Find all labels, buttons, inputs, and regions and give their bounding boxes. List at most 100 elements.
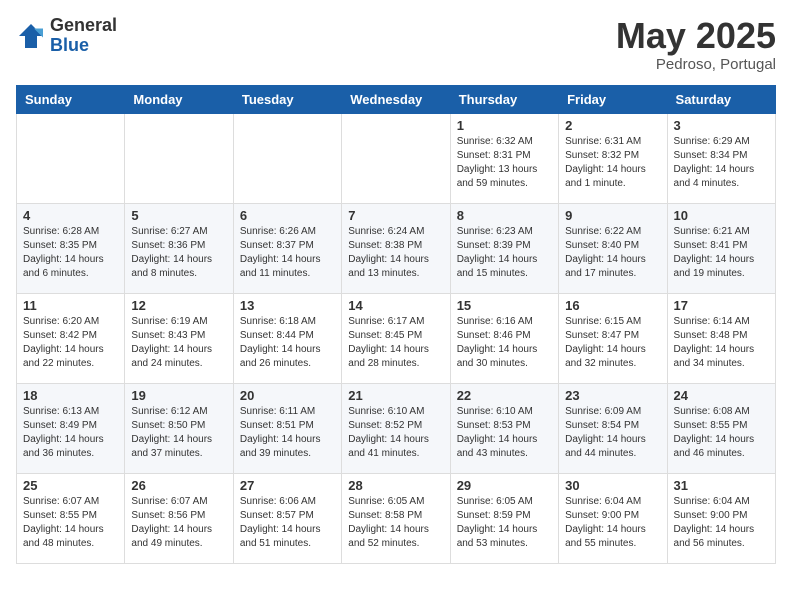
header-monday: Monday [125,85,233,113]
day-number: 13 [240,298,335,313]
day-number: 22 [457,388,552,403]
calendar-week-3: 18Sunrise: 6:13 AM Sunset: 8:49 PM Dayli… [17,383,776,473]
calendar-cell: 3 Sunrise: 6:29 AM Sunset: 8:34 PM Daylig… [667,113,775,203]
day-content: Sunrise: 6:26 AM Sunset: 8:37 PM Dayligh… [240,225,335,281]
calendar-cell: 25Sunrise: 6:07 AM Sunset: 8:55 PM Dayli… [17,473,125,563]
day-number: 15 [457,298,552,313]
day-content: Sunrise: 6:18 AM Sunset: 8:44 PM Dayligh… [240,315,335,371]
day-number: 4 [23,208,118,223]
page-header: General Blue May 2025 Pedroso, Portugal [16,16,776,73]
calendar-cell: 21 Sunrise: 6:10 AM Sunset: 8:52 PM Dayli… [342,383,450,473]
day-number: 16 [565,298,660,313]
day-content: Sunrise: 6:09 AM Sunset: 8:54 PM Dayligh… [565,405,660,461]
day-number: 11 [23,298,118,313]
calendar-cell: 11 Sunrise: 6:20 AM Sunset: 8:42 PM Dayli… [17,293,125,383]
day-content: Sunrise: 6:15 AM Sunset: 8:47 PM Dayligh… [565,315,660,371]
day-number: 28 [348,478,443,493]
day-content: Sunrise: 6:20 AM Sunset: 8:42 PM Dayligh… [23,315,118,371]
day-content: Sunrise: 6:05 AM Sunset: 8:58 PM Dayligh… [348,495,443,551]
calendar-cell: 31Sunrise: 6:04 AM Sunset: 9:00 PM Dayli… [667,473,775,563]
calendar-cell: 1Sunrise: 6:32 AM Sunset: 8:31 PM Daylig… [450,113,558,203]
header-sunday: Sunday [17,85,125,113]
day-number: 12 [131,298,226,313]
calendar-cell: 16 Sunrise: 6:15 AM Sunset: 8:47 PM Dayli… [559,293,667,383]
day-content: Sunrise: 6:27 AM Sunset: 8:36 PM Dayligh… [131,225,226,281]
calendar-cell: 26 Sunrise: 6:07 AM Sunset: 8:56 PM Dayli… [125,473,233,563]
calendar-cell: 30 Sunrise: 6:04 AM Sunset: 9:00 PM Dayli… [559,473,667,563]
calendar-cell: 28 Sunrise: 6:05 AM Sunset: 8:58 PM Dayli… [342,473,450,563]
day-number: 26 [131,478,226,493]
calendar-cell: 10Sunrise: 6:21 AM Sunset: 8:41 PM Dayli… [667,203,775,293]
header-wednesday: Wednesday [342,85,450,113]
calendar-cell: 22Sunrise: 6:10 AM Sunset: 8:53 PM Dayli… [450,383,558,473]
header-saturday: Saturday [667,85,775,113]
calendar-week-2: 11 Sunrise: 6:20 AM Sunset: 8:42 PM Dayli… [17,293,776,383]
header-thursday: Thursday [450,85,558,113]
calendar-week-4: 25Sunrise: 6:07 AM Sunset: 8:55 PM Dayli… [17,473,776,563]
month-title: May 2025 [616,16,776,56]
calendar-cell: 18Sunrise: 6:13 AM Sunset: 8:49 PM Dayli… [17,383,125,473]
calendar-cell: 13 Sunrise: 6:18 AM Sunset: 8:44 PM Dayli… [233,293,341,383]
calendar-week-0: 1Sunrise: 6:32 AM Sunset: 8:31 PM Daylig… [17,113,776,203]
day-number: 19 [131,388,226,403]
calendar-cell: 2Sunrise: 6:31 AM Sunset: 8:32 PM Daylig… [559,113,667,203]
day-content: Sunrise: 6:07 AM Sunset: 8:56 PM Dayligh… [131,495,226,551]
calendar-cell: 9 Sunrise: 6:22 AM Sunset: 8:40 PM Daylig… [559,203,667,293]
day-content: Sunrise: 6:13 AM Sunset: 8:49 PM Dayligh… [23,405,118,461]
calendar-cell [125,113,233,203]
day-content: Sunrise: 6:10 AM Sunset: 8:52 PM Dayligh… [348,405,443,461]
logo-icon [16,21,46,51]
day-content: Sunrise: 6:28 AM Sunset: 8:35 PM Dayligh… [23,225,118,281]
calendar-cell [17,113,125,203]
calendar-cell: 5 Sunrise: 6:27 AM Sunset: 8:36 PM Daylig… [125,203,233,293]
day-number: 20 [240,388,335,403]
day-content: Sunrise: 6:17 AM Sunset: 8:45 PM Dayligh… [348,315,443,371]
day-number: 30 [565,478,660,493]
day-number: 29 [457,478,552,493]
day-content: Sunrise: 6:23 AM Sunset: 8:39 PM Dayligh… [457,225,552,281]
day-content: Sunrise: 6:24 AM Sunset: 8:38 PM Dayligh… [348,225,443,281]
calendar-cell: 8 Sunrise: 6:23 AM Sunset: 8:39 PM Daylig… [450,203,558,293]
day-number: 8 [457,208,552,223]
day-number: 27 [240,478,335,493]
day-content: Sunrise: 6:14 AM Sunset: 8:48 PM Dayligh… [674,315,769,371]
calendar-cell: 24 Sunrise: 6:08 AM Sunset: 8:55 PM Dayli… [667,383,775,473]
day-number: 1 [457,118,552,133]
day-content: Sunrise: 6:04 AM Sunset: 9:00 PM Dayligh… [565,495,660,551]
day-content: Sunrise: 6:22 AM Sunset: 8:40 PM Dayligh… [565,225,660,281]
day-number: 10 [674,208,769,223]
day-number: 24 [674,388,769,403]
day-number: 2 [565,118,660,133]
calendar-cell: 6 Sunrise: 6:26 AM Sunset: 8:37 PM Daylig… [233,203,341,293]
day-number: 9 [565,208,660,223]
day-number: 3 [674,118,769,133]
location: Pedroso, Portugal [616,56,776,73]
calendar-header-row: SundayMondayTuesdayWednesdayThursdayFrid… [17,85,776,113]
day-number: 21 [348,388,443,403]
calendar-cell: 4 Sunrise: 6:28 AM Sunset: 8:35 PM Daylig… [17,203,125,293]
day-content: Sunrise: 6:08 AM Sunset: 8:55 PM Dayligh… [674,405,769,461]
title-block: May 2025 Pedroso, Portugal [616,16,776,73]
day-content: Sunrise: 6:05 AM Sunset: 8:59 PM Dayligh… [457,495,552,551]
calendar-cell: 15Sunrise: 6:16 AM Sunset: 8:46 PM Dayli… [450,293,558,383]
day-number: 6 [240,208,335,223]
calendar-cell: 27Sunrise: 6:06 AM Sunset: 8:57 PM Dayli… [233,473,341,563]
logo: General Blue [16,16,117,56]
calendar-table: SundayMondayTuesdayWednesdayThursdayFrid… [16,85,776,564]
calendar-cell: 20 Sunrise: 6:11 AM Sunset: 8:51 PM Dayli… [233,383,341,473]
day-content: Sunrise: 6:12 AM Sunset: 8:50 PM Dayligh… [131,405,226,461]
calendar-cell [233,113,341,203]
day-number: 23 [565,388,660,403]
logo-text: General Blue [50,16,117,56]
day-content: Sunrise: 6:19 AM Sunset: 8:43 PM Dayligh… [131,315,226,371]
day-number: 7 [348,208,443,223]
day-content: Sunrise: 6:07 AM Sunset: 8:55 PM Dayligh… [23,495,118,551]
logo-general-text: General [50,16,117,36]
calendar-cell: 29 Sunrise: 6:05 AM Sunset: 8:59 PM Dayli… [450,473,558,563]
day-content: Sunrise: 6:29 AM Sunset: 8:34 PM Dayligh… [674,135,769,191]
logo-blue-text: Blue [50,36,117,56]
day-number: 5 [131,208,226,223]
day-content: Sunrise: 6:04 AM Sunset: 9:00 PM Dayligh… [674,495,769,551]
day-content: Sunrise: 6:11 AM Sunset: 8:51 PM Dayligh… [240,405,335,461]
calendar-cell: 23 Sunrise: 6:09 AM Sunset: 8:54 PM Dayli… [559,383,667,473]
